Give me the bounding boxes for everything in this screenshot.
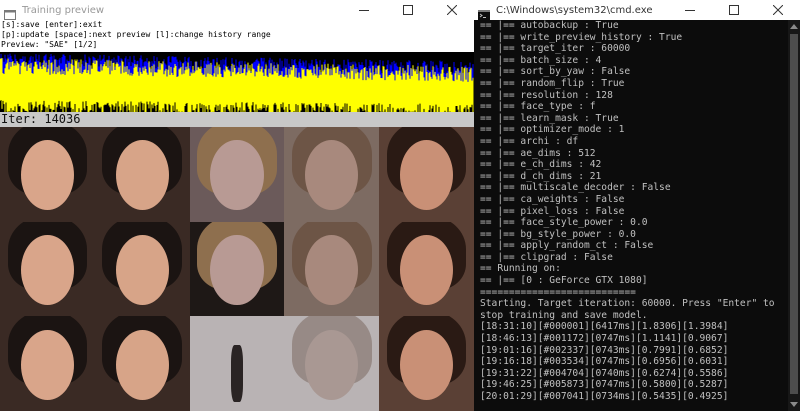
console-line: == |== apply_random_ct : False [480,240,654,252]
console-scrollbar[interactable] [788,20,800,411]
preview-source-face [0,316,95,411]
iteration-counter: Iter: 14036 [1,112,81,126]
preview-destination-reconstruction [284,316,380,411]
console-line: [18:31:10][#000001][6417ms][1.8306][1.39… [480,321,729,333]
face-shape [400,329,454,400]
hint-line-update-preview: [p]:update [space]:next preview [l]:chan… [1,30,271,39]
face-shape [305,234,359,305]
console-line: == |== autobackup : True [480,20,619,31]
console-line: == |== sort_by_yaw : False [480,66,631,78]
face-shape [115,234,169,305]
loss-history-graph [0,52,474,112]
console-line: == |== resolution : 128 [480,89,613,101]
preview-destination-face [189,127,285,222]
console-line: [19:01:16][#002337][0743ms][0.7991][0.68… [480,344,729,356]
console-line: == |== d_ch_dims : 21 [480,170,602,182]
close-icon [447,5,457,15]
close-icon [773,5,783,15]
preview-titlebar[interactable]: Training preview [0,0,474,20]
console-line: == |== face_style_power : 0.0 [480,217,648,229]
console-line: == |== ae_dims : 512 [480,147,596,159]
console-line: == |== bg_style_power : 0.0 [480,228,636,240]
face-shape [231,344,243,402]
cmd-maximize-button[interactable] [712,0,756,20]
console-line: == |== learn_mask : True [480,112,619,124]
face-shape [210,234,264,305]
cmd-titlebar[interactable]: C:\Windows\system32\cmd.exe [474,0,800,20]
console-line: == |== write_preview_history : True [480,31,683,43]
preview-destination-face [189,316,285,411]
training-preview-window: Training preview [s]:save [enter]:exit [… [0,0,474,411]
keyboard-hints: [s]:save [enter]:exit [p]:update [space]… [0,20,474,52]
console-line: == Running on: [480,263,561,275]
console-line: == |== multiscale_decoder : False [480,182,671,194]
scroll-down-icon [790,402,798,407]
console-line: == |== archi : df [480,135,579,147]
console-line: [19:16:18][#003534][0747ms][0.6956][0.60… [480,356,729,368]
face-shape [305,140,359,211]
console-line: [18:46:13][#001172][0747ms][1.1141][0.90… [480,333,729,345]
console-line: == |== clipgrad : False [480,251,613,263]
hint-line-save-exit: [s]:save [enter]:exit [1,20,103,29]
console-line: Starting. Target iteration: 60000. Press… [480,298,775,310]
maximize-button[interactable] [386,0,430,20]
window-title: Training preview [22,4,105,16]
console-line: == |== pixel_loss : False [480,205,625,217]
console-line: == |== face_type : f [480,101,596,113]
console-line: [20:01:29][#007041][0734ms][0.5435][0.49… [480,391,729,402]
face-shape [305,329,359,400]
face-shape [115,140,169,211]
preview-swapped-result [379,127,474,222]
app-window-icon [4,5,16,20]
preview-source-face [0,127,95,222]
minimize-button[interactable] [342,0,386,20]
console-output[interactable]: == |== autobackup : True == |== write_pre… [474,20,788,411]
face-shape [115,329,169,400]
console-line: == |== random_flip : True [480,77,625,89]
scroll-down-button[interactable] [788,399,800,411]
console-line: == |== batch_size : 4 [480,54,602,66]
preview-destination-reconstruction [284,127,380,222]
preview-source-reconstruction [94,316,190,411]
iteration-bar: Iter: 14036 [0,112,474,127]
face-shape [400,140,454,211]
cmd-app-icon [478,5,490,20]
preview-swapped-result [379,316,474,411]
face-shape [20,329,74,400]
preview-source-reconstruction [94,221,190,317]
minimize-icon [359,10,369,11]
preview-destination-face [189,221,285,317]
console-line: =========================== [480,286,636,298]
cmd-close-button[interactable] [756,0,800,20]
preview-image-grid [0,127,474,411]
maximize-icon [729,5,739,15]
cmd-window-title: C:\Windows\system32\cmd.exe [496,4,653,16]
hint-line-preview-name: Preview: "SAE" [1/2] [1,40,98,49]
maximize-icon [403,5,413,15]
preview-source-face [0,221,95,317]
console-line: == |== [0 : GeForce GTX 1080] [480,275,648,287]
console-line: [19:31:22][#004704][0740ms][0.6274][0.55… [480,367,729,379]
close-button[interactable] [430,0,474,20]
preview-swapped-result [379,221,474,317]
console-line: == |== optimizer_mode : 1 [480,124,625,136]
face-shape [20,140,74,211]
console-line: == |== target_iter : 60000 [480,43,631,55]
face-shape [400,234,454,305]
minimize-icon [685,10,695,11]
cmd-window: C:\Windows\system32\cmd.exe == |== autob… [474,0,800,411]
scroll-up-button[interactable] [788,20,800,32]
cmd-minimize-button[interactable] [668,0,712,20]
preview-destination-reconstruction [284,221,380,317]
scroll-thumb[interactable] [790,34,798,394]
console-line: [19:46:25][#005873][0747ms][0.5800][0.52… [480,379,729,391]
face-shape [210,140,264,211]
loss-history-plot [0,53,474,112]
console-line: stop training and save model. [480,309,648,321]
face-shape [20,234,74,305]
console-line: == |== e_ch_dims : 42 [480,159,602,171]
console-line: == |== ca_weights : False [480,193,625,205]
scroll-up-icon [790,24,798,29]
preview-source-reconstruction [94,127,190,222]
